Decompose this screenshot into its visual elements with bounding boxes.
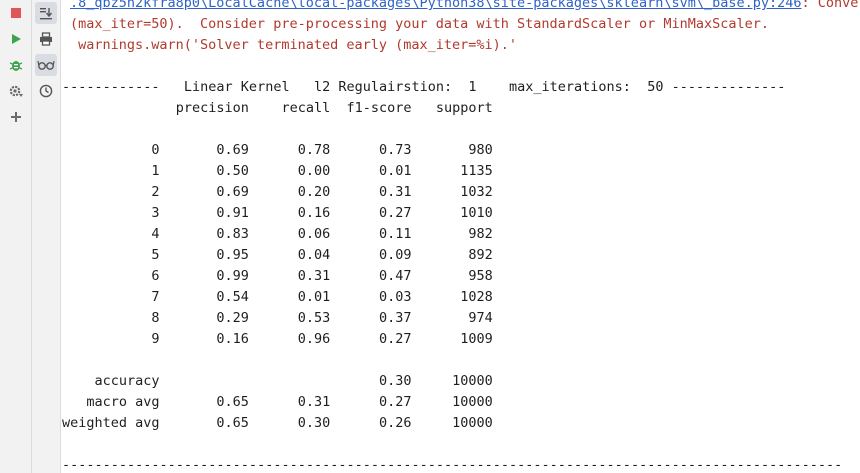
weighted-avg-row: weighted avg 0.65 0.30 0.26 10000 xyxy=(62,415,493,431)
print-button[interactable] xyxy=(35,28,57,50)
header-line: ------------ Linear Kernel l2 Regulairst… xyxy=(62,79,786,95)
glasses-icon xyxy=(37,60,55,70)
source-file-link[interactable]: .8_qbz5n2kfra8p0\LocalCache\local-packag… xyxy=(70,0,802,11)
stop-button[interactable] xyxy=(5,2,27,24)
console-toolbar xyxy=(32,0,61,473)
report-row: 3 0.91 0.16 0.27 1010 xyxy=(62,205,493,221)
report-row: 5 0.95 0.04 0.09 892 xyxy=(62,247,493,263)
soft-wrap-button[interactable] xyxy=(35,54,57,76)
report-row: 0 0.69 0.78 0.73 980 xyxy=(62,142,493,158)
report-row: 9 0.16 0.96 0.27 1009 xyxy=(62,331,493,347)
settings-icon xyxy=(9,85,23,97)
report-row: 2 0.69 0.20 0.31 1032 xyxy=(62,184,493,200)
stop-icon xyxy=(11,8,21,18)
history-button[interactable] xyxy=(35,80,57,102)
rerun-button[interactable] xyxy=(5,28,27,50)
report-row: 7 0.54 0.01 0.03 1028 xyxy=(62,289,493,305)
add-button[interactable] xyxy=(5,106,27,128)
console-output[interactable]: .8_qbz5n2kfra8p0\LocalCache\local-packag… xyxy=(62,0,860,473)
warning-text: : Converg xyxy=(801,0,860,11)
scroll-to-end-icon xyxy=(40,8,53,20)
debug-button[interactable] xyxy=(5,54,27,76)
report-row: 8 0.29 0.53 0.37 974 xyxy=(62,310,493,326)
report-row: 6 0.99 0.31 0.47 958 xyxy=(62,268,493,284)
run-toolbar xyxy=(0,0,32,473)
run-icon xyxy=(12,34,21,44)
settings-button[interactable] xyxy=(5,80,27,102)
debug-icon xyxy=(9,61,23,71)
print-icon xyxy=(40,32,52,46)
report-row: 1 0.50 0.00 0.01 1135 xyxy=(62,163,493,179)
history-icon xyxy=(39,84,53,98)
warning-line-3: warnings.warn('Solver terminated early (… xyxy=(70,37,518,53)
add-icon xyxy=(11,112,21,122)
warning-line-2: (max_iter=50). Consider pre-processing y… xyxy=(70,16,769,32)
footer-separator: ----------------------------------------… xyxy=(62,457,842,467)
accuracy-row: accuracy 0.30 10000 xyxy=(62,373,493,389)
macro-avg-row: macro avg 0.65 0.31 0.27 10000 xyxy=(62,394,493,410)
report-header: precision recall f1-score support xyxy=(62,100,493,116)
scroll-to-end-button[interactable] xyxy=(35,2,57,24)
report-row: 4 0.83 0.06 0.11 982 xyxy=(62,226,493,242)
warning-path-line: .8_qbz5n2kfra8p0\LocalCache\local-packag… xyxy=(70,0,860,14)
